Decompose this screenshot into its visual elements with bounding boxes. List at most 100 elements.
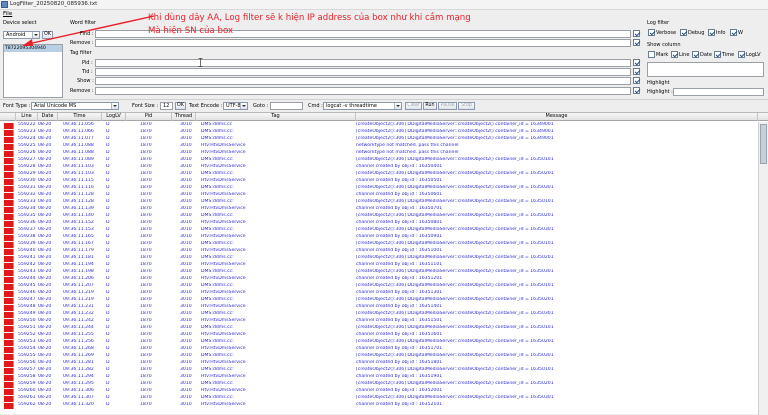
bookmark-marker[interactable] bbox=[4, 361, 14, 367]
tag-remove-enable-checkbox[interactable] bbox=[633, 87, 640, 94]
table-row[interactable]: 559255 08-20 09:36:11.269 D 1870 3010 DMS:ddms… bbox=[0, 353, 758, 360]
column-header-loglv[interactable]: LogLV bbox=[102, 113, 126, 121]
tid-enable-checkbox[interactable] bbox=[633, 68, 640, 75]
vertical-scrollbar[interactable] bbox=[758, 122, 768, 415]
bookmark-marker[interactable] bbox=[4, 200, 14, 206]
table-row[interactable]: 559247 08-20 09:36:11.219 D 1870 3010 DMS:ddms… bbox=[0, 297, 758, 304]
table-row[interactable]: 559241 08-20 09:36:11.181 D 1870 3010 DMS:ddms… bbox=[0, 255, 758, 262]
bookmark-marker[interactable] bbox=[4, 312, 14, 318]
bookmark-marker[interactable] bbox=[4, 298, 14, 304]
column-header-tag[interactable]: Tag bbox=[196, 113, 356, 121]
column-header-date[interactable]: Date bbox=[38, 113, 58, 121]
bookmark-marker[interactable] bbox=[4, 186, 14, 192]
verbose-checkbox[interactable] bbox=[648, 29, 655, 36]
goto-input[interactable] bbox=[270, 102, 303, 110]
word-remove-enable-checkbox[interactable] bbox=[633, 39, 640, 46]
table-row[interactable]: 559233 08-20 09:36:11.128 D 1870 3010 DMS:ddms… bbox=[0, 199, 758, 206]
font-type-combo[interactable]: Arial Unicode MS bbox=[31, 102, 119, 110]
run-button[interactable]: Run bbox=[423, 102, 437, 110]
bookmark-marker[interactable] bbox=[4, 326, 14, 332]
column-header-message[interactable]: Message bbox=[356, 113, 758, 121]
bookmark-marker[interactable] bbox=[4, 333, 14, 339]
table-row[interactable]: 559248 08-20 09:36:11.231 D 1870 3010 Htv:HtvD… bbox=[0, 304, 758, 311]
table-row[interactable]: 559250 08-20 09:36:11.242 D 1870 3010 Htv:HtvD… bbox=[0, 318, 758, 325]
text-encode-combo[interactable]: UTF-8 bbox=[223, 102, 248, 110]
pause-button[interactable]: Pause bbox=[438, 102, 457, 110]
bookmark-marker[interactable] bbox=[4, 221, 14, 227]
bookmark-marker[interactable] bbox=[4, 158, 14, 164]
table-row[interactable]: 559249 08-20 09:36:11.232 D 1870 3010 DMS:ddms… bbox=[0, 311, 758, 318]
table-row[interactable]: 559226 08-20 09:36:11.088 D 1870 3010 Htv:HtvD… bbox=[0, 150, 758, 157]
table-row[interactable]: 559230 08-20 09:36:11.115 D 1870 3010 Htv:HtvD… bbox=[0, 178, 758, 185]
table-row[interactable]: 559253 08-20 09:36:11.256 D 1870 3010 DMS:ddms… bbox=[0, 339, 758, 346]
pid-enable-checkbox[interactable] bbox=[633, 59, 640, 66]
table-row[interactable]: 559225 08-20 09:36:11.088 D 1870 3010 Htv:HtvD… bbox=[0, 143, 758, 150]
bookmark-marker[interactable] bbox=[4, 179, 14, 185]
word-remove-input[interactable] bbox=[95, 39, 631, 47]
table-row[interactable]: 559246 08-20 09:36:11.219 D 1870 3010 Htv:HtvD… bbox=[0, 290, 758, 297]
table-row[interactable]: 559222 08-20 09:36:11.056 D 1870 3010 DMS:ddms… bbox=[0, 122, 758, 129]
stop-button[interactable]: Stop bbox=[458, 102, 475, 110]
bookmark-marker[interactable] bbox=[4, 263, 14, 269]
bookmark-marker[interactable] bbox=[4, 228, 14, 234]
table-row[interactable]: 559260 08-20 09:36:11.306 D 1870 3010 Htv:HtvD… bbox=[0, 388, 758, 395]
bookmark-marker[interactable] bbox=[4, 270, 14, 276]
table-row[interactable]: 559256 08-20 09:36:11.281 D 1870 3010 Htv:HtvD… bbox=[0, 360, 758, 367]
bookmark-marker[interactable] bbox=[4, 347, 14, 353]
device-list[interactable]: T8722095304940 bbox=[3, 44, 63, 98]
table-row[interactable]: 559257 08-20 09:36:11.282 D 1870 3010 DMS:ddms… bbox=[0, 367, 758, 374]
table-row[interactable]: 559231 08-20 09:36:11.116 D 1870 3010 DMS:ddms… bbox=[0, 185, 758, 192]
clear-button[interactable]: Clear bbox=[405, 102, 422, 110]
bookmark-marker[interactable] bbox=[4, 256, 14, 262]
bookmark-marker[interactable] bbox=[4, 354, 14, 360]
bookmark-marker[interactable] bbox=[4, 375, 14, 381]
show-enable-checkbox[interactable] bbox=[633, 77, 640, 84]
bookmark-marker[interactable] bbox=[4, 242, 14, 248]
column-header-mark[interactable] bbox=[0, 113, 16, 121]
table-row[interactable]: 559251 08-20 09:36:11.244 D 1870 3010 DMS:ddms… bbox=[0, 325, 758, 332]
menu-file[interactable]: File bbox=[3, 11, 12, 17]
bookmark-marker[interactable] bbox=[4, 165, 14, 171]
bookmark-marker[interactable] bbox=[4, 277, 14, 283]
scrollbar-thumb[interactable] bbox=[760, 124, 767, 164]
bookmark-marker[interactable] bbox=[4, 340, 14, 346]
bookmark-marker[interactable] bbox=[4, 235, 14, 241]
table-row[interactable]: 559259 08-20 09:36:11.295 D 1870 3010 DMS:ddms… bbox=[0, 381, 758, 388]
line-column-checkbox[interactable] bbox=[671, 51, 678, 58]
table-row[interactable]: 559261 08-20 09:36:11.307 D 1870 3010 DMS:ddms… bbox=[0, 395, 758, 402]
find-enable-checkbox[interactable] bbox=[633, 30, 640, 37]
table-row[interactable]: 559243 08-20 09:36:11.198 D 1870 3010 DMS:ddms… bbox=[0, 269, 758, 276]
table-row[interactable]: 559240 08-20 09:36:11.179 D 1870 3010 Htv:HtvD… bbox=[0, 248, 758, 255]
bookmark-marker[interactable] bbox=[4, 130, 14, 136]
warn-checkbox[interactable] bbox=[730, 29, 737, 36]
bookmark-marker[interactable] bbox=[4, 403, 14, 409]
table-row[interactable]: 559235 08-20 09:36:11.140 D 1870 3010 DMS:ddms… bbox=[0, 213, 758, 220]
bookmark-marker[interactable] bbox=[4, 137, 14, 143]
bookmark-marker[interactable] bbox=[4, 368, 14, 374]
table-row[interactable]: 559239 08-20 09:36:11.167 D 1870 3010 DMS:ddms… bbox=[0, 241, 758, 248]
loglv-column-checkbox[interactable] bbox=[738, 51, 745, 58]
table-row[interactable]: 559258 08-20 09:36:11.294 D 1870 3010 Htv:HtvD… bbox=[0, 374, 758, 381]
table-row[interactable]: 559262 08-20 09:36:11.320 D 1870 3010 Htv:HtvD… bbox=[0, 402, 758, 409]
table-row[interactable]: 559244 08-20 09:36:11.206 D 1870 3010 Htv:HtvD… bbox=[0, 276, 758, 283]
table-row[interactable]: 559236 08-20 09:36:11.152 D 1870 3010 Htv:HtvD… bbox=[0, 220, 758, 227]
table-row[interactable]: 559237 08-20 09:36:11.153 D 1870 3010 DMS:ddms… bbox=[0, 227, 758, 234]
bookmark-marker[interactable] bbox=[4, 123, 14, 129]
bookmark-marker[interactable] bbox=[4, 389, 14, 395]
table-row[interactable]: 559227 08-20 09:36:11.089 D 1870 3010 DMS:ddms… bbox=[0, 157, 758, 164]
table-row[interactable]: 559242 08-20 09:36:11.194 D 1870 3010 Htv:HtvD… bbox=[0, 262, 758, 269]
table-row[interactable]: 559223 08-20 09:36:11.066 D 1870 3010 DMS:ddms… bbox=[0, 129, 758, 136]
table-row[interactable]: 559234 08-20 09:36:11.139 D 1870 3010 Htv:HtvD… bbox=[0, 206, 758, 213]
column-header-time[interactable]: Time bbox=[58, 113, 102, 121]
column-header-line[interactable]: Line bbox=[16, 113, 38, 121]
table-row[interactable]: 559245 08-20 09:36:11.207 D 1870 3010 DMS:ddms… bbox=[0, 283, 758, 290]
cmd-combo[interactable]: logcat -v threadtime bbox=[323, 102, 402, 110]
tag-remove-input[interactable] bbox=[95, 87, 631, 95]
bookmark-marker[interactable] bbox=[4, 193, 14, 199]
bookmark-marker[interactable] bbox=[4, 382, 14, 388]
bookmark-marker[interactable] bbox=[4, 284, 14, 290]
table-row[interactable]: 559254 08-20 09:36:11.268 D 1870 3010 Htv:HtvD… bbox=[0, 346, 758, 353]
debug-checkbox[interactable] bbox=[680, 29, 687, 36]
table-row[interactable]: 559224 08-20 09:36:11.077 D 1870 3010 DMS:ddms… bbox=[0, 136, 758, 143]
info-checkbox[interactable] bbox=[708, 29, 715, 36]
